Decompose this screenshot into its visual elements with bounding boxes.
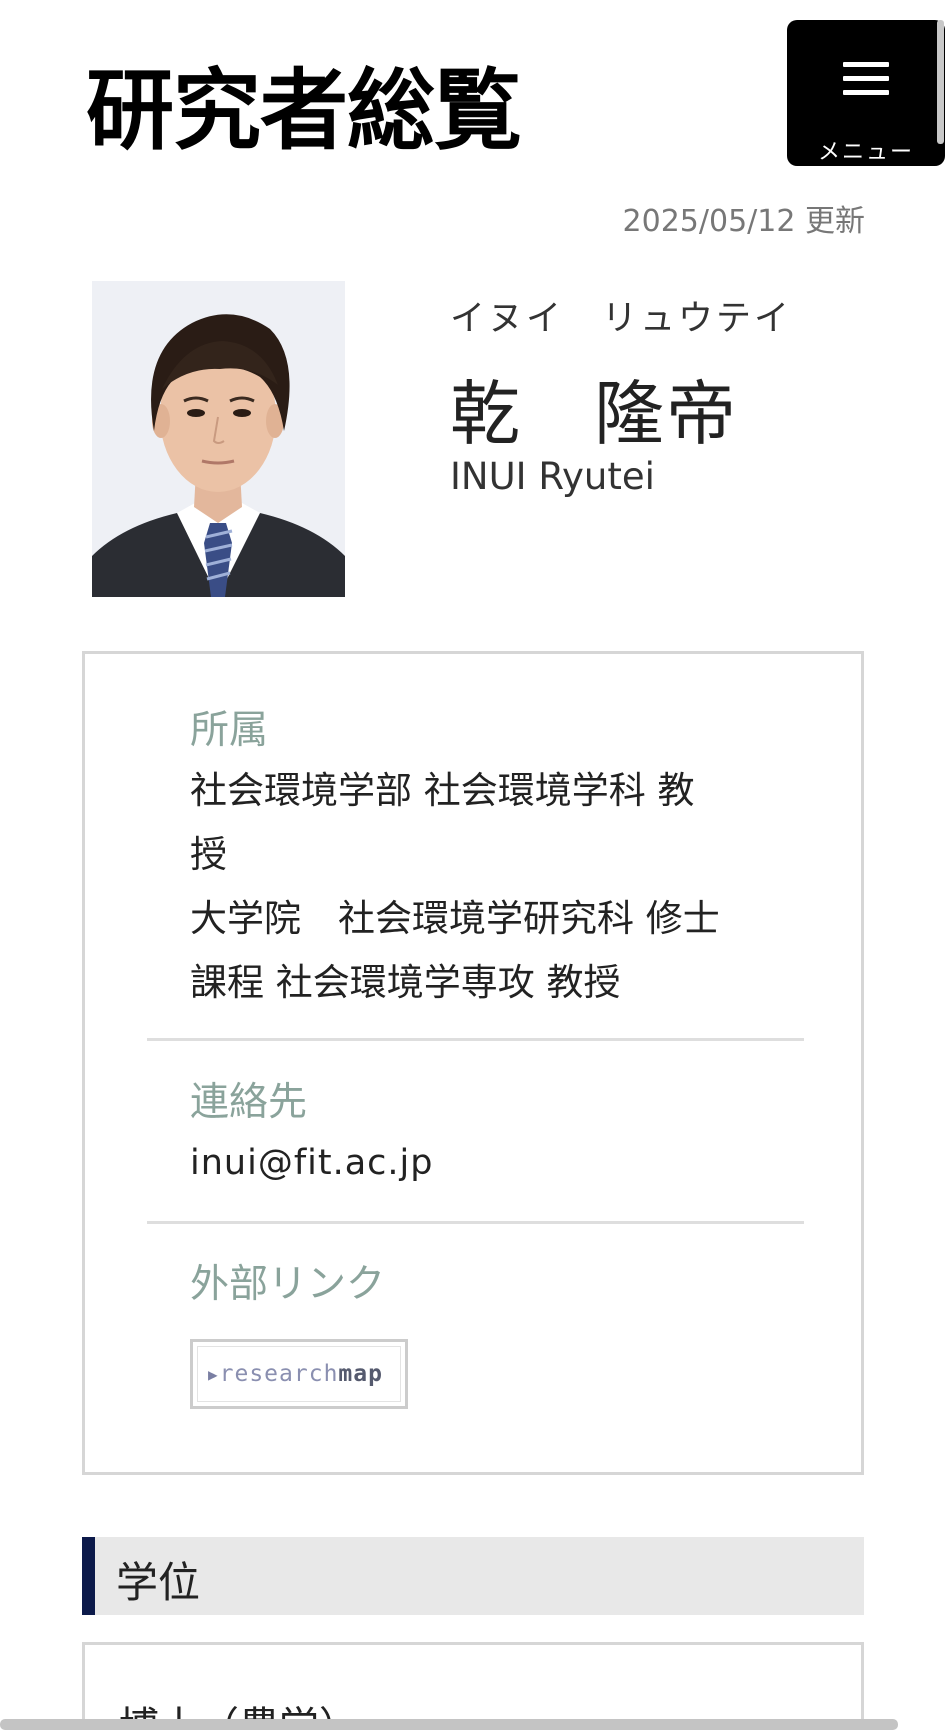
- profile-photo: [92, 281, 345, 597]
- page: 研究者総覧 メニュー 2025/05/12 更新 イヌイ リュウテイ 乾 隆帝 …: [0, 0, 947, 1730]
- vertical-scrollbar[interactable]: [937, 20, 944, 144]
- affiliation-line: 授: [190, 832, 227, 876]
- name-english: INUI Ryutei: [450, 455, 655, 498]
- name-kana: イヌイ リュウテイ: [450, 299, 793, 339]
- external-links-label: 外部リンク: [190, 1262, 386, 1307]
- play-arrow-icon: ▶: [208, 1364, 218, 1384]
- divider: [147, 1038, 804, 1041]
- horizontal-scrollbar[interactable]: [0, 1719, 898, 1730]
- researchmap-text-research: research: [219, 1361, 339, 1387]
- affiliation-value: 社会環境学部 社会環境学科 教 授 大学院 社会環境学研究科 修士 課程 社会環…: [147, 759, 804, 1015]
- researchmap-logo: ▶ research map: [197, 1346, 401, 1402]
- contact-section: 連絡先 inui@fit.ac.jp: [147, 1076, 804, 1195]
- contact-label: 連絡先: [190, 1080, 308, 1125]
- updated-date: 2025/05/12 更新: [622, 204, 865, 239]
- degree-card: 博士（農学）: [82, 1642, 864, 1730]
- researchmap-link[interactable]: ▶ research map: [190, 1339, 408, 1409]
- divider: [147, 1221, 804, 1224]
- affiliation-section: 所属 社会環境学部 社会環境学科 教 授 大学院 社会環境学研究科 修士 課程 …: [147, 704, 804, 1015]
- contact-email[interactable]: inui@fit.ac.jp: [147, 1131, 804, 1195]
- affiliation-label: 所属: [190, 708, 269, 753]
- site-title[interactable]: 研究者総覧: [86, 58, 522, 164]
- researchmap-text-map: map: [338, 1361, 383, 1387]
- degree-section-header: 学位: [82, 1537, 864, 1615]
- affiliation-line: 大学院 社会環境学研究科 修士: [190, 896, 720, 940]
- menu-button[interactable]: メニュー: [787, 20, 945, 166]
- degree-heading: 学位: [116, 1558, 201, 1607]
- section-accent-bar: [82, 1537, 95, 1615]
- affiliation-line: 課程 社会環境学専攻 教授: [190, 960, 621, 1004]
- info-card: 所属 社会環境学部 社会環境学科 教 授 大学院 社会環境学研究科 修士 課程 …: [82, 651, 864, 1475]
- hamburger-icon: [843, 62, 889, 96]
- menu-label: メニュー: [817, 140, 914, 165]
- name-japanese: 乾 隆帝: [450, 373, 738, 455]
- external-links-section: 外部リンク: [147, 1258, 804, 1313]
- affiliation-line: 社会環境学部 社会環境学科 教: [190, 768, 695, 812]
